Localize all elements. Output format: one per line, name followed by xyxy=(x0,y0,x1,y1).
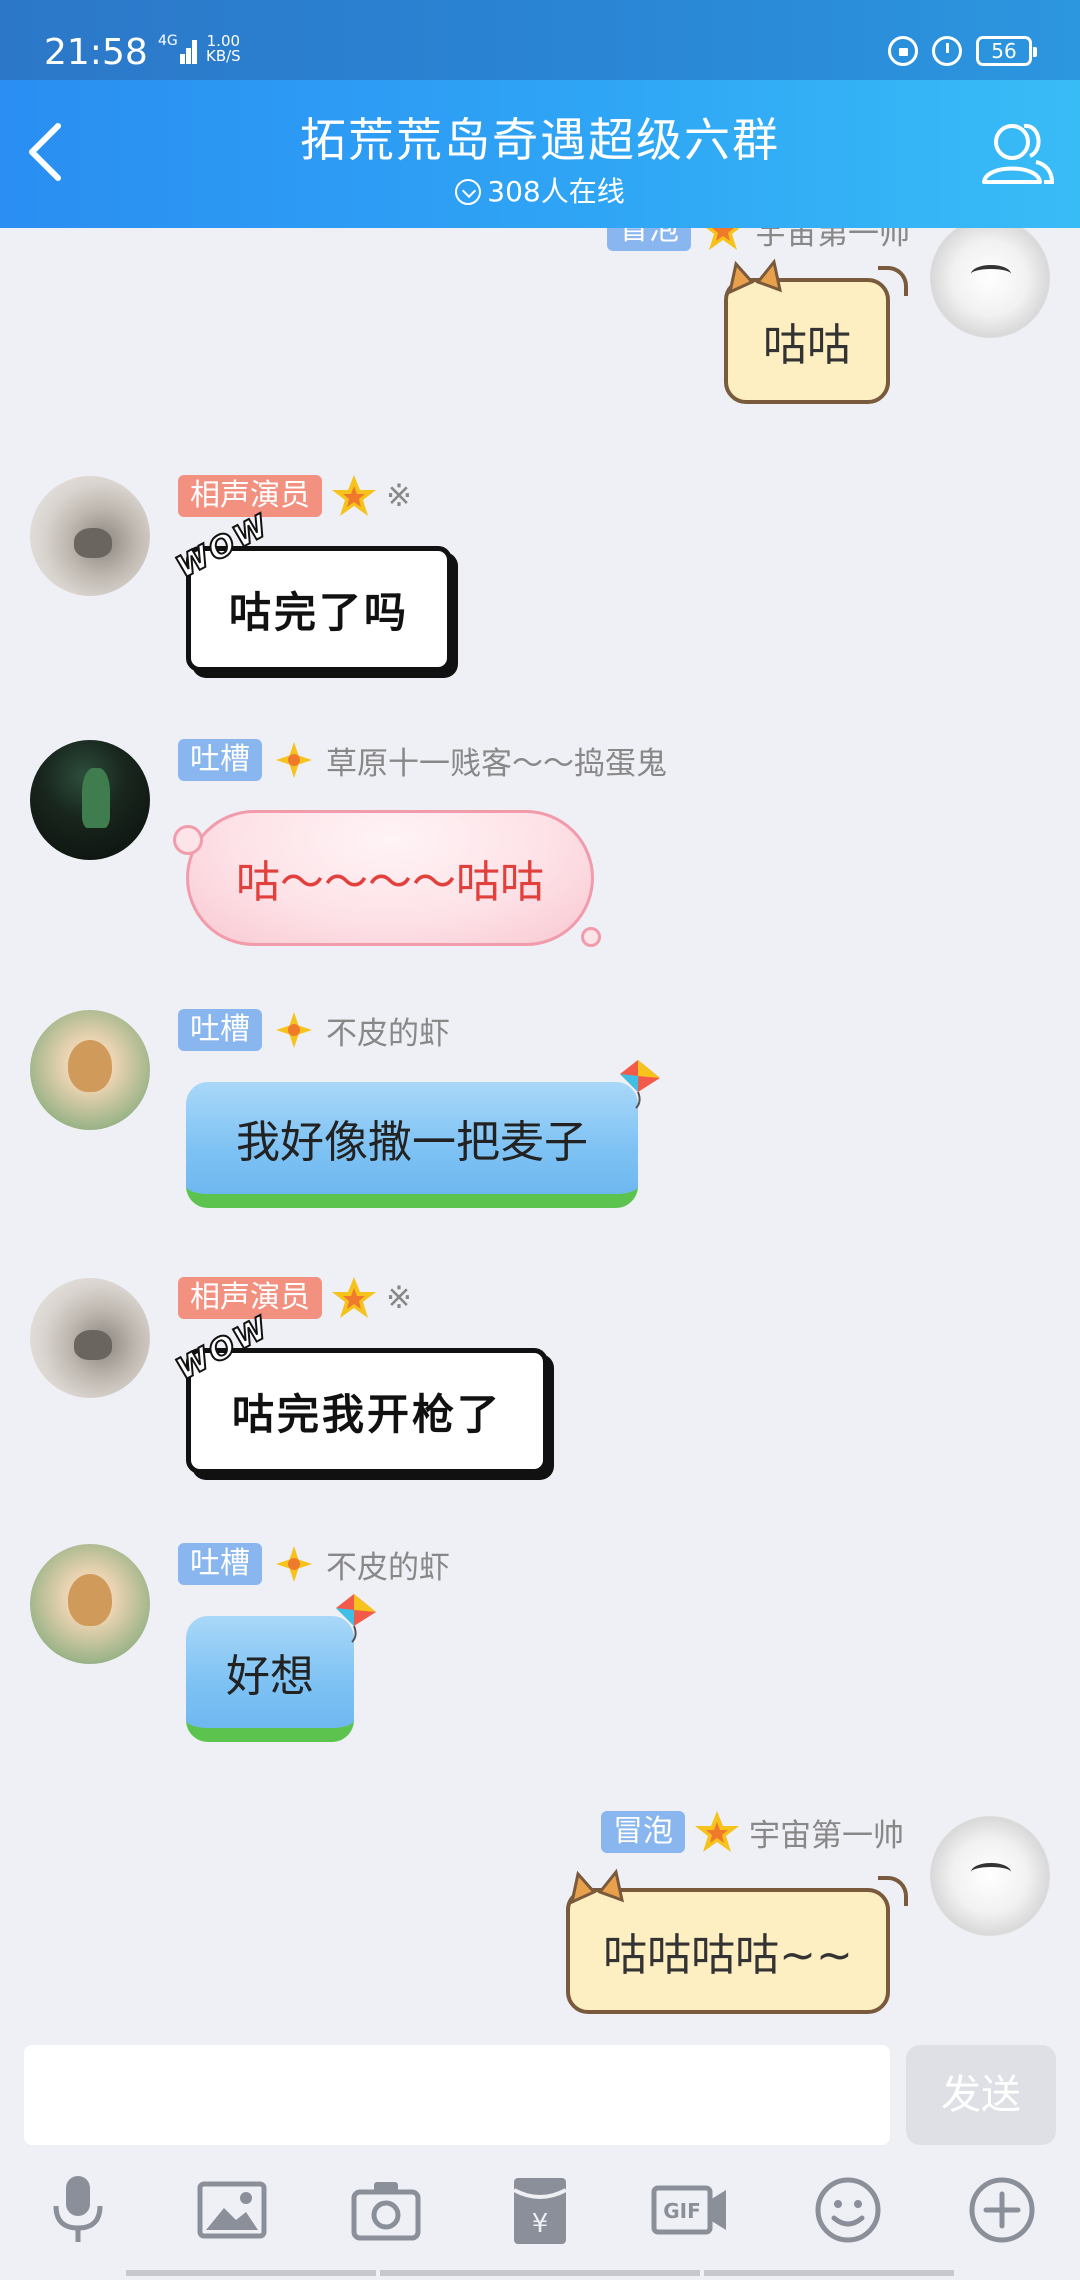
status-bar: 21:58 4G 1.00 KB/S 56 xyxy=(0,0,1080,80)
net-speed-unit: KB/S xyxy=(206,47,241,65)
members-icon xyxy=(982,124,1055,184)
avatar[interactable] xyxy=(930,1816,1050,1936)
title-badge: 相声演员 xyxy=(178,475,322,517)
message-list[interactable]: 冒泡 宇宙第一帅 咕咕 相声演员 ※ WOW 咕完了吗 吐槽 草原十一贱客～～捣… xyxy=(0,228,1080,2040)
avatar[interactable] xyxy=(30,476,150,596)
message-bubble[interactable]: 咕咕咕咕~~ xyxy=(566,1868,908,2014)
message-text: 咕完我开枪了 xyxy=(231,1389,502,1439)
plus-icon xyxy=(969,2177,1035,2243)
star-icon xyxy=(695,1811,739,1852)
net-speed: 1.00 KB/S xyxy=(206,34,241,64)
message-text: 咕完了吗 xyxy=(228,587,409,637)
star-icon xyxy=(276,1012,312,1048)
online-count-label: 308人在线 xyxy=(487,175,625,208)
alarm-icon xyxy=(932,36,962,66)
mic-icon xyxy=(53,2176,103,2242)
message-text: 好想 xyxy=(226,1651,314,1702)
message-meta: 吐槽 不皮的虾 xyxy=(178,1542,450,1586)
message-bubble[interactable]: 咕～～～～咕咕 xyxy=(173,810,601,947)
more-button[interactable] xyxy=(962,2170,1042,2250)
emoji-button[interactable] xyxy=(808,2170,888,2250)
emoji-icon xyxy=(815,2177,881,2243)
message-meta: 吐槽 不皮的虾 xyxy=(178,1008,450,1052)
signal-icon xyxy=(180,36,198,64)
title-badge: 吐槽 xyxy=(178,1009,262,1051)
camera-icon xyxy=(351,2182,421,2241)
star-icon xyxy=(276,1546,312,1582)
message-input[interactable] xyxy=(24,2045,890,2145)
avatar[interactable] xyxy=(30,740,150,860)
gif-icon: GIF xyxy=(651,2185,726,2235)
message-bubble[interactable]: WOW 咕完我开枪了 xyxy=(170,1308,548,1474)
avatar[interactable] xyxy=(30,1544,150,1664)
nickname: 不皮的虾 xyxy=(326,1015,450,1052)
message-meta: 冒泡 宇宙第一帅 xyxy=(601,1810,904,1854)
message-meta: 冒泡 宇宙第一帅 xyxy=(607,228,910,252)
title-badge: 吐槽 xyxy=(178,739,262,781)
lock-icon xyxy=(888,36,918,66)
nickname: 宇宙第一帅 xyxy=(749,1817,904,1854)
panel-indicator xyxy=(704,2270,954,2276)
group-members-button[interactable] xyxy=(974,110,1058,194)
input-toolbar: ¥ GIF xyxy=(0,2170,1080,2266)
online-count[interactable]: 308人在线 xyxy=(0,170,1080,210)
message-bubble[interactable]: WOW 咕完了吗 xyxy=(170,506,452,672)
title-badge: 吐槽 xyxy=(178,1543,262,1585)
message-meta: 相声演员 ※ xyxy=(178,1276,412,1320)
message-meta: 吐槽 草原十一贱客～～捣蛋鬼 xyxy=(178,738,667,782)
battery-icon: 56 xyxy=(976,36,1037,66)
svg-text:¥: ¥ xyxy=(532,2209,549,2239)
network-type: 4G xyxy=(158,33,178,49)
gif-button[interactable]: GIF xyxy=(650,2170,730,2250)
title-badge: 冒泡 xyxy=(607,228,691,251)
message-bubble[interactable]: 咕咕 xyxy=(724,258,908,404)
status-time: 21:58 xyxy=(44,32,148,73)
message-bubble[interactable]: 好想 xyxy=(186,1594,376,1742)
message-text: 咕咕 xyxy=(763,320,851,371)
star-icon xyxy=(276,742,312,778)
nickname: ※ xyxy=(386,478,412,514)
nickname: 宇宙第一帅 xyxy=(755,228,910,252)
title-badge: 冒泡 xyxy=(601,1811,685,1853)
status-right: 56 xyxy=(888,36,1037,66)
avatar[interactable] xyxy=(30,1010,150,1130)
message-text: 咕～～～～咕咕 xyxy=(236,857,544,908)
panel-indicator xyxy=(126,2270,376,2276)
photo-button[interactable] xyxy=(192,2170,272,2250)
chat-header: 21:58 4G 1.00 KB/S 56 拓荒荒岛奇遇超级六群 308人在线 xyxy=(0,0,1080,228)
avatar[interactable] xyxy=(30,1278,150,1398)
camera-button[interactable] xyxy=(346,2170,426,2250)
message-text: 咕咕咕咕~~ xyxy=(603,1930,853,1981)
nickname: 草原十一贱客～～捣蛋鬼 xyxy=(326,745,667,782)
star-icon xyxy=(706,228,740,250)
chevron-down-icon xyxy=(455,179,482,205)
star-icon xyxy=(332,1277,376,1318)
message-bubble[interactable]: 我好像撒一把麦子 xyxy=(186,1060,660,1208)
svg-text:GIF: GIF xyxy=(663,2199,701,2223)
red-packet-icon: ¥ xyxy=(513,2178,567,2244)
panel-indicator xyxy=(380,2270,700,2276)
nickname: 不皮的虾 xyxy=(326,1549,450,1586)
message-text: 我好像撒一把麦子 xyxy=(236,1117,588,1168)
voice-button[interactable] xyxy=(38,2170,118,2250)
red-packet-button[interactable]: ¥ xyxy=(500,2170,580,2250)
avatar[interactable] xyxy=(930,228,1050,338)
star-icon xyxy=(332,475,376,516)
group-title[interactable]: 拓荒荒岛奇遇超级六群 xyxy=(0,104,1080,170)
title-badge: 相声演员 xyxy=(178,1277,322,1319)
send-button[interactable]: 发送 xyxy=(906,2045,1056,2145)
nickname: ※ xyxy=(386,1280,412,1316)
image-icon xyxy=(197,2181,267,2239)
message-meta: 相声演员 ※ xyxy=(178,474,412,518)
